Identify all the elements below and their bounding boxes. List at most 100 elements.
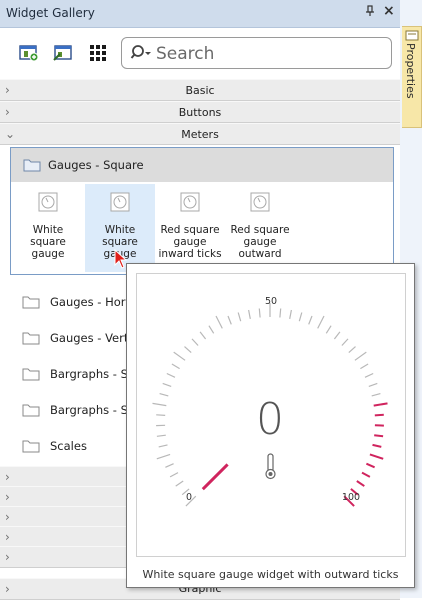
folder-icon: [22, 367, 40, 384]
gauge-tick: [326, 326, 331, 334]
gauge-tick: [366, 464, 374, 468]
group-gauges-square: Gauges - Square White square gauge White…: [10, 147, 394, 275]
search-icon: [130, 43, 152, 66]
folder-icon: [22, 331, 40, 348]
gauge-tick: [172, 364, 180, 369]
properties-side-tab[interactable]: Properties: [402, 26, 422, 128]
gauge-tick: [362, 473, 370, 477]
chevron-right-icon: ›: [5, 550, 10, 564]
gauge-tick: [157, 454, 170, 458]
gauge-tick: [318, 316, 324, 328]
pin-icon[interactable]: [365, 5, 375, 20]
tooltip-caption: White square gauge widget with outward t…: [127, 568, 414, 581]
folder-label: Scales: [50, 439, 87, 453]
folder-label: Bargraphs - Se: [50, 403, 135, 417]
properties-icon: [405, 29, 419, 44]
widget-preview-tooltip: 50 0 100 0 White square gauge widget wit…: [126, 263, 415, 588]
chevron-right-icon: ›: [5, 510, 10, 524]
group-header[interactable]: Gauges - Square: [11, 148, 393, 182]
gauge-tick: [357, 481, 365, 486]
gauge-tick: [216, 316, 222, 328]
widget-white-square-gauge[interactable]: White square gauge: [13, 184, 83, 272]
gauge-tick: [299, 313, 302, 322]
gauge-tick: [342, 339, 348, 346]
gallery-toolbar: Search: [0, 28, 400, 76]
gauge-max-label: 100: [342, 492, 360, 503]
chevron-right-icon: ›: [5, 490, 10, 504]
folder-label: Gauges - Vertic: [50, 331, 138, 345]
panel-titlebar: Widget Gallery ×: [0, 0, 400, 28]
gauge-thumbnail-icon: [38, 192, 58, 212]
gauge-tick: [192, 339, 198, 346]
gauge-tick: [200, 332, 206, 339]
grid-view-icon[interactable]: [88, 42, 110, 64]
gauge-tick: [355, 352, 366, 360]
gauge-tick: [334, 332, 340, 339]
chevron-right-icon: ›: [5, 470, 10, 484]
gauge-tick: [167, 374, 175, 378]
gauge-tick: [174, 352, 185, 360]
group-title: Gauges - Square: [48, 158, 144, 172]
gauge-tick: [290, 310, 292, 319]
widget-label: Red square gauge outward: [225, 224, 295, 260]
search-placeholder: Search: [156, 44, 214, 64]
gauge-tick: [374, 435, 383, 436]
gauge-tick: [156, 415, 165, 416]
gauge-value: 0: [256, 394, 284, 445]
gauge-tick: [375, 415, 384, 416]
widget-red-square-gauge-outward[interactable]: Red square gauge outward: [225, 184, 295, 272]
gauge-tick: [163, 383, 172, 386]
gauge-preview-graphic: 50 0 100 0: [137, 274, 407, 558]
gauge-tick: [370, 454, 383, 458]
gauge-tick: [170, 473, 178, 477]
search-input[interactable]: Search: [121, 37, 392, 69]
gauge-thumbnail-icon: [110, 192, 130, 212]
widget-red-square-gauge-inward[interactable]: Red square gauge inward ticks: [155, 184, 225, 272]
gauge-min-label: 0: [186, 492, 192, 503]
section-buttons[interactable]: › Buttons: [0, 101, 400, 123]
gauge-mid-label: 50: [265, 296, 277, 307]
gauge-thumbnail-icon: [250, 192, 270, 212]
gauge-tick: [309, 316, 312, 324]
gauge-tick: [280, 309, 281, 318]
folder-icon: [22, 295, 40, 312]
widget-label: Red square gauge inward ticks: [155, 224, 225, 260]
gauge-tick: [176, 481, 184, 486]
gauge-tick: [238, 313, 241, 322]
gauge-tick: [153, 403, 167, 405]
add-widget-icon[interactable]: [18, 42, 40, 64]
section-meters[interactable]: ⌄ Meters: [0, 123, 400, 145]
gauge-tick: [369, 383, 378, 386]
gauge-tick: [373, 445, 382, 447]
section-label: Basic: [0, 84, 400, 97]
section-label: Meters: [0, 128, 400, 141]
chevron-right-icon: ›: [5, 530, 10, 544]
properties-tab-label: Properties: [404, 43, 417, 99]
gauge-needle: [203, 464, 228, 489]
gauge-tick: [365, 374, 373, 378]
gauge-tick: [160, 394, 169, 396]
gauge-tick: [159, 445, 168, 447]
gauge-tick: [360, 364, 368, 369]
gauge-tick: [228, 316, 231, 324]
folder-icon: [22, 439, 40, 456]
edit-widget-icon[interactable]: [52, 42, 74, 64]
gauge-tick: [259, 309, 260, 318]
gauge-tick: [157, 435, 166, 436]
gauge-tick: [165, 464, 173, 468]
gauge-tick: [372, 394, 381, 396]
panel-title: Widget Gallery: [6, 6, 95, 20]
gauge-thumbnail-icon: [180, 192, 200, 212]
thermometer-icon: [266, 454, 275, 479]
gauge-tick: [209, 326, 214, 334]
gauge-tick: [249, 310, 251, 319]
gauge-tick: [374, 403, 388, 405]
mouse-cursor-icon: [114, 249, 130, 271]
section-basic[interactable]: › Basic: [0, 79, 400, 101]
widget-label: White square gauge: [13, 224, 83, 260]
gauge-tick: [185, 347, 192, 353]
folder-icon: [23, 158, 41, 175]
close-icon[interactable]: ×: [383, 3, 395, 19]
gauge-tick: [349, 347, 356, 353]
folder-icon: [22, 403, 40, 420]
